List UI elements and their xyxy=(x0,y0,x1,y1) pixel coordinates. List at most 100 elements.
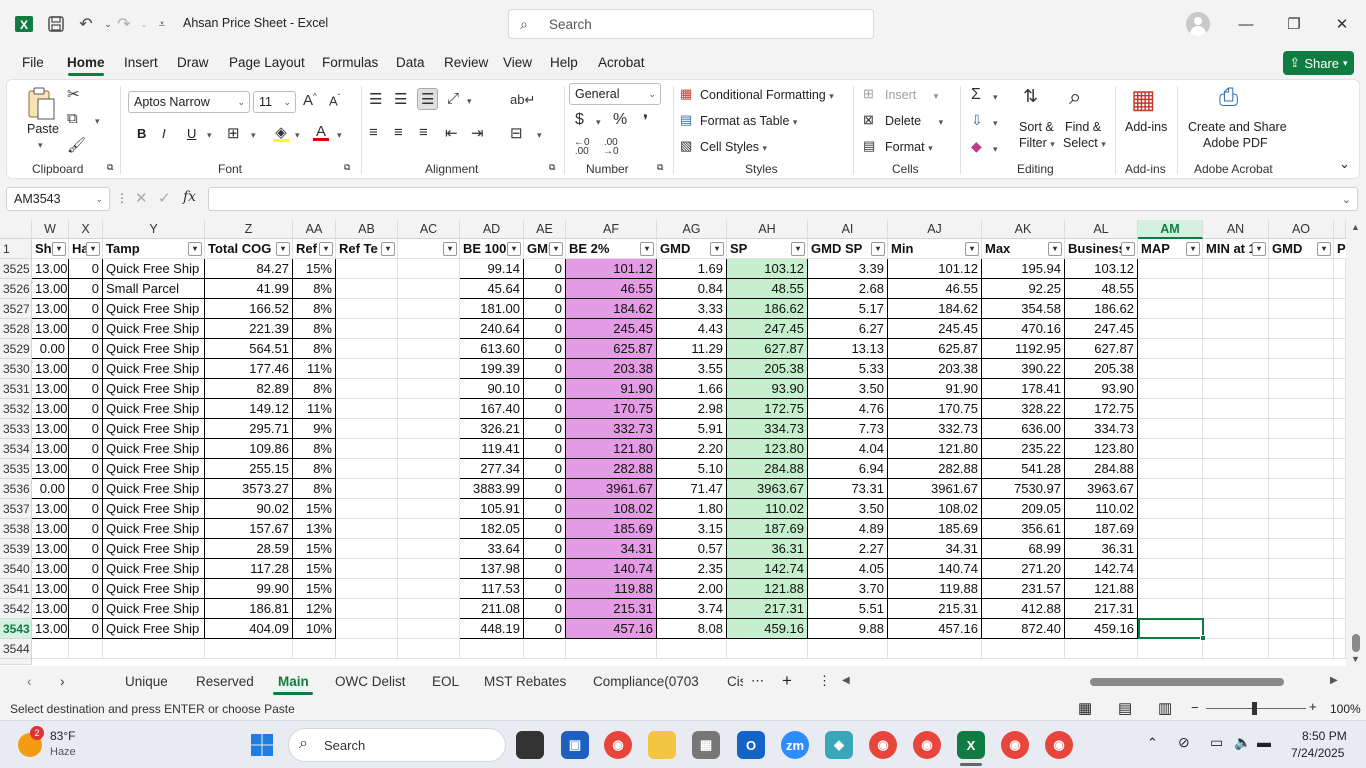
table-cell[interactable]: 0 xyxy=(69,519,103,539)
italic-button[interactable]: I xyxy=(162,126,166,141)
table-cell[interactable]: 2.20 xyxy=(657,439,727,459)
table-cell[interactable]: 284.88 xyxy=(1065,459,1138,479)
table-cell[interactable] xyxy=(1269,419,1334,439)
table-cell[interactable] xyxy=(336,599,398,619)
restore-button[interactable]: ❐ xyxy=(1280,10,1308,38)
table-cell[interactable] xyxy=(1269,339,1334,359)
table-cell[interactable]: 140.74 xyxy=(566,559,657,579)
table-cell[interactable] xyxy=(1138,499,1203,519)
table-cell[interactable] xyxy=(1269,379,1334,399)
table-cell[interactable]: 11.29 xyxy=(657,339,727,359)
table-cell[interactable]: 0 xyxy=(69,559,103,579)
table-cell[interactable]: 199.39 xyxy=(460,359,524,379)
table-cell[interactable] xyxy=(1334,319,1346,339)
table-cell[interactable]: 334.73 xyxy=(727,419,808,439)
table-cell[interactable]: 0 xyxy=(524,339,566,359)
table-cell[interactable]: 13.00 xyxy=(32,399,69,419)
table-header-cell[interactable]: Ref ▾ xyxy=(293,239,336,259)
table-cell[interactable] xyxy=(1203,579,1269,599)
table-cell[interactable] xyxy=(398,619,460,639)
table-cell[interactable] xyxy=(1269,539,1334,559)
table-header-cell[interactable]: Tamp ▾ xyxy=(103,239,205,259)
table-cell[interactable]: 4.04 xyxy=(808,439,888,459)
table-cell[interactable]: 105.91 xyxy=(460,499,524,519)
menu-acrobat[interactable]: Acrobat xyxy=(598,55,645,70)
table-header-cell[interactable]: Sh ▾ xyxy=(32,239,69,259)
table-cell[interactable]: 221.39 xyxy=(205,319,293,339)
table-cell[interactable]: 46.55 xyxy=(888,279,982,299)
filter-dropdown-icon[interactable]: ▾ xyxy=(1121,242,1135,256)
cut-icon[interactable]: ✂ xyxy=(67,85,80,103)
confirm-entry-icon[interactable]: ✓ xyxy=(158,189,171,207)
table-cell[interactable]: 90.10 xyxy=(460,379,524,399)
row-header[interactable] xyxy=(0,659,32,665)
file-explorer-icon[interactable] xyxy=(648,731,676,759)
table-cell[interactable] xyxy=(336,379,398,399)
table-cell[interactable]: 271.20 xyxy=(982,559,1065,579)
align-left-icon[interactable]: ≡ xyxy=(369,124,378,141)
table-header-cell[interactable]: Total COG ▾ xyxy=(205,239,293,259)
table-cell[interactable]: 3.74 xyxy=(657,599,727,619)
format-cells-button[interactable]: Format ▾ xyxy=(885,140,933,154)
table-cell[interactable] xyxy=(1334,579,1346,599)
table-cell[interactable]: 142.74 xyxy=(727,559,808,579)
table-cell[interactable]: 0 xyxy=(524,279,566,299)
table-cell[interactable]: 6.27 xyxy=(808,319,888,339)
chrome-profile-icon[interactable]: ◉ xyxy=(1045,731,1073,759)
table-cell[interactable] xyxy=(982,639,1065,659)
table-cell[interactable] xyxy=(1203,419,1269,439)
table-cell[interactable]: 215.31 xyxy=(888,599,982,619)
table-cell[interactable]: 8% xyxy=(293,319,336,339)
table-cell[interactable]: 0 xyxy=(524,619,566,639)
increase-decimal-icon[interactable]: ←0.00 xyxy=(574,138,590,157)
table-cell[interactable] xyxy=(398,639,460,659)
table-cell[interactable]: 390.22 xyxy=(982,359,1065,379)
clear-dropdown-icon[interactable]: ▾ xyxy=(993,144,998,155)
table-cell[interactable]: 82.89 xyxy=(205,379,293,399)
table-cell[interactable] xyxy=(1203,619,1269,639)
table-cell[interactable]: 46.55 xyxy=(566,279,657,299)
row-header[interactable]: 3531 xyxy=(0,379,32,399)
table-cell[interactable]: 15% xyxy=(293,499,336,519)
tab-reserved[interactable]: Reserved xyxy=(196,674,254,689)
currency-icon[interactable]: $ xyxy=(575,111,584,129)
table-cell[interactable]: 12% xyxy=(293,599,336,619)
table-header-cell[interactable]: Max ▾ xyxy=(982,239,1065,259)
align-top-icon[interactable]: ☰ xyxy=(369,90,382,108)
formula-input[interactable]: ⌄ xyxy=(208,187,1358,211)
table-cell[interactable]: 15% xyxy=(293,559,336,579)
table-cell[interactable]: 0 xyxy=(524,499,566,519)
zoom-in-icon[interactable]: + xyxy=(1309,699,1317,714)
table-cell[interactable] xyxy=(336,419,398,439)
table-cell[interactable] xyxy=(398,459,460,479)
table-cell[interactable]: 99.14 xyxy=(460,259,524,279)
display-icon[interactable]: ▭ xyxy=(1210,734,1223,751)
table-cell[interactable]: 13.00 xyxy=(32,419,69,439)
table-cell[interactable]: 6.94 xyxy=(808,459,888,479)
zoom-out-icon[interactable]: − xyxy=(1191,700,1199,715)
column-header-af[interactable]: AF xyxy=(566,220,657,239)
menu-draw[interactable]: Draw xyxy=(177,55,209,70)
table-cell[interactable]: 625.87 xyxy=(566,339,657,359)
column-header-ad[interactable]: AD xyxy=(460,220,524,239)
table-cell[interactable] xyxy=(1269,399,1334,419)
table-cell[interactable] xyxy=(460,639,524,659)
table-cell[interactable]: 235.22 xyxy=(982,439,1065,459)
table-cell[interactable]: 295.71 xyxy=(205,419,293,439)
table-cell[interactable]: 36.31 xyxy=(1065,539,1138,559)
close-button[interactable]: ✕ xyxy=(1328,10,1356,38)
create-pdf-icon[interactable]: ⎙ xyxy=(1219,84,1238,112)
table-cell[interactable] xyxy=(1138,479,1203,499)
orientation-dropdown-icon[interactable]: ▾ xyxy=(467,96,472,107)
table-cell[interactable]: 117.28 xyxy=(205,559,293,579)
table-cell[interactable]: 0.84 xyxy=(657,279,727,299)
table-cell[interactable]: 277.34 xyxy=(460,459,524,479)
table-cell[interactable] xyxy=(1138,319,1203,339)
table-cell[interactable] xyxy=(1203,499,1269,519)
table-cell[interactable] xyxy=(1269,639,1334,659)
table-cell[interactable] xyxy=(336,619,398,639)
table-cell[interactable]: 186.62 xyxy=(1065,299,1138,319)
table-cell[interactable]: 167.40 xyxy=(460,399,524,419)
table-cell[interactable]: 2.00 xyxy=(657,579,727,599)
table-cell[interactable]: 1.66 xyxy=(657,379,727,399)
